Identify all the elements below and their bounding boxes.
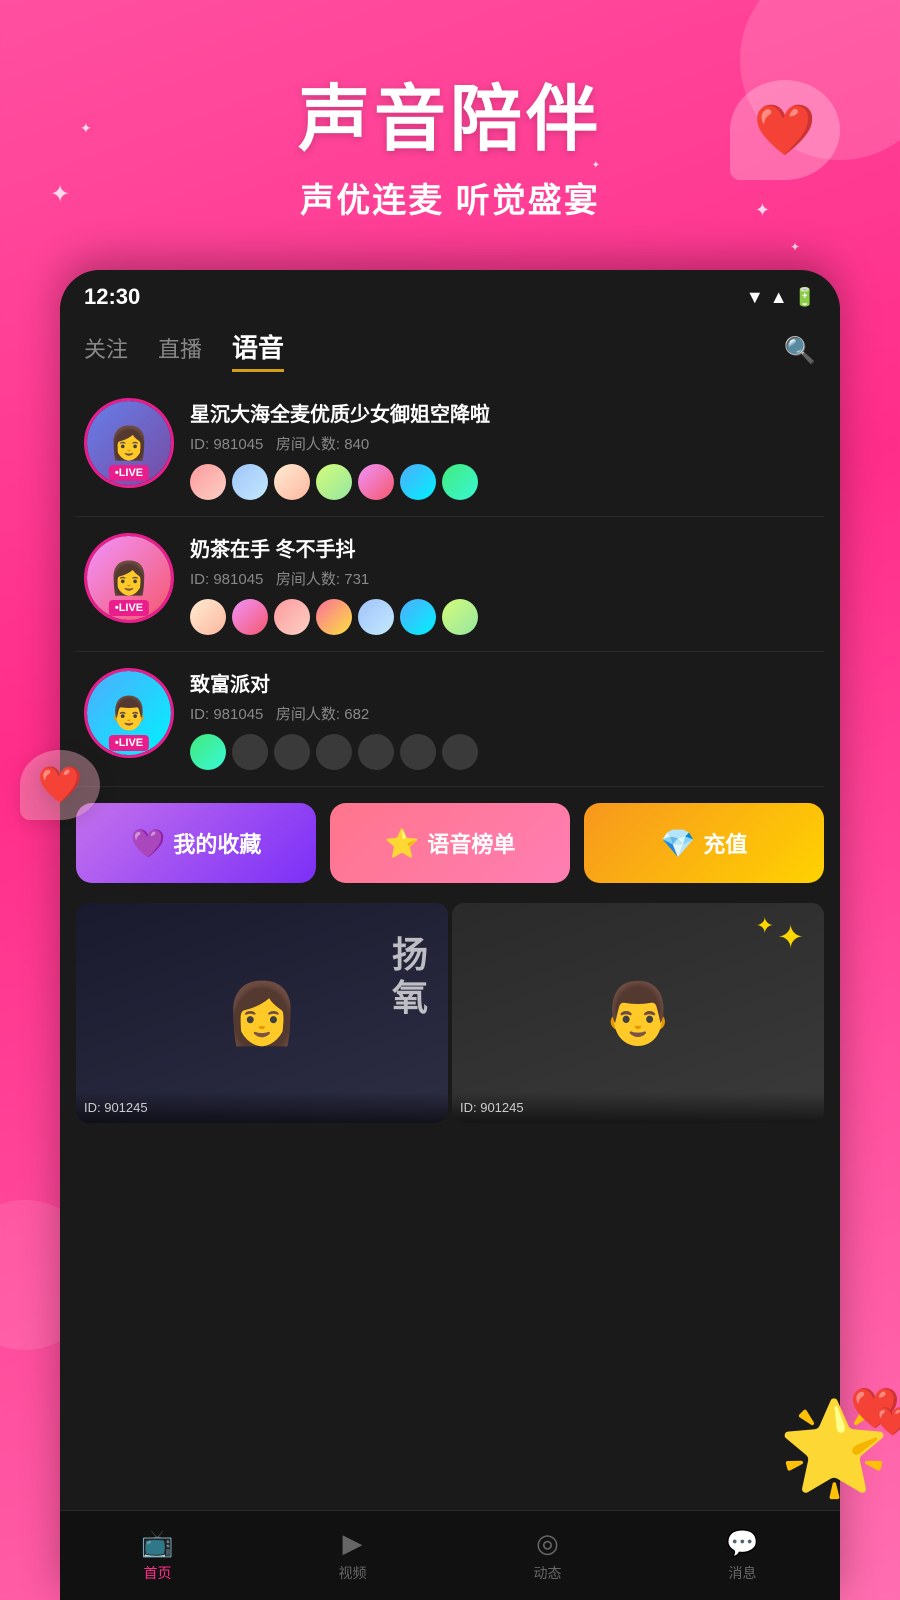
video-sparkle: ✦ xyxy=(777,918,804,956)
mini-avatar xyxy=(274,734,310,770)
room-item-1[interactable]: 👩 •LIVE 星沉大海全麦优质少女御姐空降啦 ID: 981045 房间人数:… xyxy=(76,382,824,517)
heart-decoration-left: ❤️ xyxy=(20,750,100,820)
mini-avatar xyxy=(316,464,352,500)
video-id-2: ID: 901245 xyxy=(460,1100,816,1115)
mini-avatar xyxy=(400,734,436,770)
room-avatars-3 xyxy=(190,734,816,770)
mini-avatar xyxy=(190,599,226,635)
video-card-2[interactable]: 👨 ✦ ✦ ID: 901245 xyxy=(452,903,824,1123)
video-id-1: ID: 901245 xyxy=(84,1100,440,1115)
mini-avatar xyxy=(232,599,268,635)
sub-title: 声优连麦 听觉盛宴 xyxy=(0,173,900,222)
nav-label-video: 视频 xyxy=(339,1563,367,1583)
room-item-3[interactable]: 👨 •LIVE 致富派对 ID: 981045 房间人数: 682 xyxy=(76,652,824,787)
mini-avatar xyxy=(316,599,352,635)
ranking-icon: ⭐ xyxy=(385,827,420,860)
live-badge-2: •LIVE xyxy=(109,600,149,616)
search-icon[interactable]: 🔍 xyxy=(784,335,816,366)
live-badge-1: •LIVE xyxy=(109,465,149,481)
sparkle-video: ✦ xyxy=(756,913,774,939)
room-info-2: 奶茶在手 冬不手抖 ID: 981045 房间人数: 731 xyxy=(190,533,816,635)
video-overlay-2: ID: 901245 xyxy=(452,1092,824,1123)
nav-item-moments[interactable]: ◎ 动态 xyxy=(450,1528,645,1583)
room-avatar-1: 👩 •LIVE xyxy=(84,398,174,488)
home-icon: 📺 xyxy=(141,1528,173,1559)
tab-live[interactable]: 直播 xyxy=(158,332,202,368)
mini-avatar xyxy=(232,734,268,770)
nav-item-home[interactable]: 📺 首页 xyxy=(60,1528,255,1583)
bottom-nav: 📺 首页 ▶ 视频 ◎ 动态 💬 消息 xyxy=(60,1510,840,1600)
room-avatar-2: 👩 •LIVE xyxy=(84,533,174,623)
tab-follow[interactable]: 关注 xyxy=(84,332,128,368)
room-title-3: 致富派对 xyxy=(190,668,816,697)
my-favorites-button[interactable]: 💜 我的收藏 xyxy=(76,803,316,883)
mini-avatar xyxy=(442,464,478,500)
nav-label-messages: 消息 xyxy=(729,1563,757,1583)
quick-actions: 💜 我的收藏 ⭐ 语音榜单 💎 充值 xyxy=(60,787,840,899)
video-text-1: 扬氧 xyxy=(392,933,428,1019)
room-title-1: 星沉大海全麦优质少女御姐空降啦 xyxy=(190,398,816,427)
moments-icon: ◎ xyxy=(536,1528,559,1559)
mini-avatar xyxy=(190,734,226,770)
emoji-decoration-bottom-right: 🌟 ❤️ ❤️ xyxy=(778,1395,890,1500)
mini-avatar xyxy=(442,734,478,770)
signal-icon: ▲ xyxy=(770,287,788,308)
video-icon: ▶ xyxy=(343,1528,363,1559)
status-time: 12:30 xyxy=(84,284,140,310)
mini-avatar xyxy=(358,734,394,770)
mini-avatar xyxy=(274,599,310,635)
room-meta-2: ID: 981045 房间人数: 731 xyxy=(190,568,816,589)
nav-item-messages[interactable]: 💬 消息 xyxy=(645,1528,840,1583)
room-meta-3: ID: 981045 房间人数: 682 xyxy=(190,703,816,724)
status-icons: ▼ ▲ 🔋 xyxy=(746,287,816,308)
room-avatars-1 xyxy=(190,464,816,500)
messages-icon: 💬 xyxy=(726,1528,758,1559)
status-bar: 12:30 ▼ ▲ 🔋 xyxy=(60,270,840,318)
nav-label-moments: 动态 xyxy=(534,1563,562,1583)
video-overlay-1: ID: 901245 xyxy=(76,1092,448,1123)
mini-avatar xyxy=(232,464,268,500)
live-badge-3: •LIVE xyxy=(109,735,149,751)
video-grid: 👩 扬氧 ID: 901245 👨 ✦ ✦ ID: 901245 xyxy=(60,899,840,1123)
nav-label-home: 首页 xyxy=(144,1563,172,1583)
favorites-label: 我的收藏 xyxy=(173,827,261,859)
sparkle-4: ✦ xyxy=(790,240,800,254)
phone-frame: 12:30 ▼ ▲ 🔋 关注 直播 语音 🔍 👩 •LIVE 星沉大海全麦优质少… xyxy=(60,270,840,1600)
video-card-1[interactable]: 👩 扬氧 ID: 901245 xyxy=(76,903,448,1123)
ranking-label: 语音榜单 xyxy=(427,827,515,859)
room-title-2: 奶茶在手 冬不手抖 xyxy=(190,533,816,562)
room-meta-1: ID: 981045 房间人数: 840 xyxy=(190,433,816,454)
room-avatar-3: 👨 •LIVE xyxy=(84,668,174,758)
mini-avatar xyxy=(358,599,394,635)
room-info-1: 星沉大海全麦优质少女御姐空降啦 ID: 981045 房间人数: 840 xyxy=(190,398,816,500)
battery-icon: 🔋 xyxy=(794,287,816,308)
wifi-icon: ▼ xyxy=(746,287,764,308)
header-section: 声音陪伴 声优连麦 听觉盛宴 xyxy=(0,60,900,222)
nav-item-video[interactable]: ▶ 视频 xyxy=(255,1528,450,1583)
room-avatars-2 xyxy=(190,599,816,635)
mini-avatar xyxy=(400,599,436,635)
favorites-icon: 💜 xyxy=(131,827,166,860)
room-list: 👩 •LIVE 星沉大海全麦优质少女御姐空降啦 ID: 981045 房间人数:… xyxy=(60,382,840,787)
mini-avatar xyxy=(400,464,436,500)
mini-avatar xyxy=(316,734,352,770)
mini-avatar xyxy=(442,599,478,635)
room-item-2[interactable]: 👩 •LIVE 奶茶在手 冬不手抖 ID: 981045 房间人数: 731 xyxy=(76,517,824,652)
main-title: 声音陪伴 xyxy=(0,60,900,165)
mini-avatar xyxy=(274,464,310,500)
recharge-icon: 💎 xyxy=(661,827,696,860)
recharge-label: 充值 xyxy=(703,827,747,859)
mini-avatar xyxy=(358,464,394,500)
tab-voice[interactable]: 语音 xyxy=(232,328,284,372)
voice-ranking-button[interactable]: ⭐ 语音榜单 xyxy=(330,803,570,883)
room-info-3: 致富派对 ID: 981045 房间人数: 682 xyxy=(190,668,816,770)
recharge-button[interactable]: 💎 充值 xyxy=(584,803,824,883)
nav-tabs: 关注 直播 语音 🔍 xyxy=(60,318,840,382)
mini-avatar xyxy=(190,464,226,500)
